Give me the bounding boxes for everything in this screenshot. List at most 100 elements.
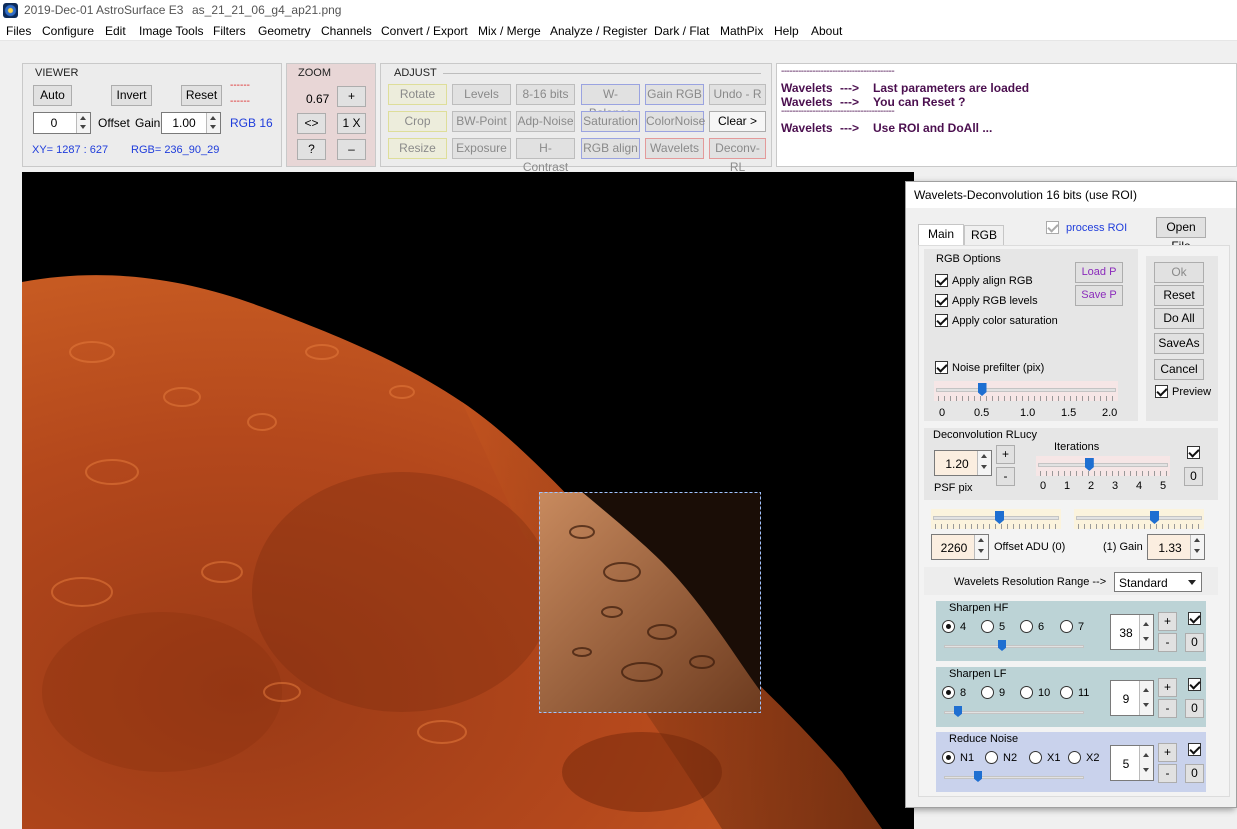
- spinner-arrows-icon[interactable]: [76, 113, 90, 133]
- bits-button[interactable]: 8-16 bits: [516, 84, 575, 105]
- offset-slider[interactable]: [931, 509, 1061, 529]
- menu-dark-flat[interactable]: Dark / Flat: [654, 24, 709, 38]
- zoom-in-button[interactable]: +: [337, 86, 366, 107]
- reduce-noise-radio-x2[interactable]: [1068, 751, 1081, 764]
- gain-setting-spinner[interactable]: 1.33: [1147, 534, 1205, 560]
- spinner-arrows-icon[interactable]: [1190, 535, 1204, 559]
- invert-button[interactable]: Invert: [111, 85, 152, 106]
- apply-rgb-levels-checkbox[interactable]: [935, 294, 948, 307]
- sharpen-hf-radio-6[interactable]: [1020, 620, 1033, 633]
- menu-configure[interactable]: Configure: [42, 24, 94, 38]
- menu-filters[interactable]: Filters: [213, 24, 246, 38]
- slider-thumb[interactable]: [977, 383, 987, 396]
- save-as-button[interactable]: SaveAs: [1154, 333, 1204, 354]
- menu-help[interactable]: Help: [774, 24, 799, 38]
- reduce-noise-zero-button[interactable]: 0: [1185, 764, 1204, 783]
- gain-rgb-button[interactable]: Gain RGB: [645, 84, 704, 105]
- deconvolution-enable-checkbox[interactable]: [1187, 446, 1200, 459]
- sharpen-hf-radio-7[interactable]: [1060, 620, 1073, 633]
- sharpen-lf-slider[interactable]: [942, 706, 1086, 720]
- rotate-button[interactable]: Rotate: [388, 84, 447, 105]
- sharpen-hf-enable-checkbox[interactable]: [1188, 612, 1201, 625]
- reduce-noise-minus-button[interactable]: -: [1158, 764, 1177, 783]
- menu-convert-export[interactable]: Convert / Export: [381, 24, 468, 38]
- zoom-out-button[interactable]: –: [337, 139, 366, 160]
- reset-params-button[interactable]: Reset: [1154, 285, 1204, 306]
- reset-button[interactable]: Reset: [181, 85, 222, 106]
- offset-adu-spinner[interactable]: 2260: [931, 534, 989, 560]
- adp-noise-button[interactable]: Adp-Noise: [516, 111, 575, 132]
- spinner-arrows-icon[interactable]: [977, 451, 991, 475]
- zoom-1x-button[interactable]: 1 X: [337, 113, 366, 134]
- menu-mix-merge[interactable]: Mix / Merge: [478, 24, 541, 38]
- sharpen-hf-radio-5[interactable]: [981, 620, 994, 633]
- spinner-arrows-icon[interactable]: [1139, 681, 1153, 715]
- open-file-button[interactable]: Open File: [1156, 217, 1206, 253]
- spinner-arrows-icon[interactable]: [206, 113, 220, 133]
- gain-spinner[interactable]: 1.00: [161, 112, 221, 134]
- reduce-noise-enable-checkbox[interactable]: [1188, 743, 1201, 756]
- menu-analyze-register[interactable]: Analyze / Register: [550, 24, 647, 38]
- cancel-button[interactable]: Cancel: [1154, 359, 1204, 380]
- levels-button[interactable]: Levels: [452, 84, 511, 105]
- menu-edit[interactable]: Edit: [105, 24, 126, 38]
- reduce-noise-radio-x1[interactable]: [1029, 751, 1042, 764]
- tab-main[interactable]: Main: [918, 224, 964, 245]
- sharpen-lf-radio-9[interactable]: [981, 686, 994, 699]
- menu-files[interactable]: Files: [6, 24, 31, 38]
- do-all-button[interactable]: Do All: [1154, 308, 1204, 329]
- color-noise-button[interactable]: ColorNoise: [645, 111, 705, 132]
- auto-button[interactable]: Auto: [33, 85, 72, 106]
- sharpen-hf-radio-4[interactable]: [942, 620, 955, 633]
- sharpen-hf-slider[interactable]: [942, 640, 1086, 654]
- undo-button[interactable]: Undo - R: [709, 84, 766, 105]
- spinner-arrows-icon[interactable]: [974, 535, 988, 559]
- load-params-button[interactable]: Load P: [1075, 262, 1123, 283]
- reduce-noise-slider[interactable]: [942, 771, 1086, 785]
- sharpen-lf-radio-10[interactable]: [1020, 686, 1033, 699]
- save-params-button[interactable]: Save P: [1075, 285, 1123, 306]
- sharpen-hf-zero-button[interactable]: 0: [1185, 633, 1204, 652]
- iterations-slider[interactable]: [1036, 456, 1170, 476]
- apply-align-rgb-checkbox[interactable]: [935, 274, 948, 287]
- noise-prefilter-slider[interactable]: [934, 381, 1118, 401]
- sharpen-hf-minus-button[interactable]: -: [1158, 633, 1177, 652]
- preview-checkbox[interactable]: [1155, 385, 1168, 398]
- ok-button[interactable]: Ok: [1154, 262, 1204, 283]
- image-canvas[interactable]: [22, 172, 914, 829]
- spinner-arrows-icon[interactable]: [1139, 746, 1153, 780]
- menu-channels[interactable]: Channels: [321, 24, 372, 38]
- wavelets-button[interactable]: Wavelets: [645, 138, 704, 159]
- slider-thumb[interactable]: [1150, 511, 1159, 524]
- sharpen-lf-radio-11[interactable]: [1060, 686, 1073, 699]
- w-balance-button[interactable]: W-Balance: [581, 84, 640, 120]
- help-button[interactable]: ?: [297, 139, 326, 160]
- clear-button[interactable]: Clear >: [709, 111, 766, 132]
- reduce-noise-plus-button[interactable]: +: [1158, 743, 1177, 762]
- menu-about[interactable]: About: [811, 24, 842, 38]
- slider-thumb[interactable]: [995, 511, 1004, 524]
- zoom-fit-button[interactable]: <>: [297, 113, 326, 134]
- crop-button[interactable]: Crop: [388, 111, 447, 132]
- sharpen-hf-spinner[interactable]: 38: [1110, 614, 1154, 650]
- noise-prefilter-checkbox[interactable]: [935, 361, 948, 374]
- bw-point-button[interactable]: BW-Point: [452, 111, 511, 132]
- gain-slider[interactable]: [1074, 509, 1204, 529]
- psf-minus-button[interactable]: -: [996, 467, 1015, 486]
- slider-thumb[interactable]: [998, 640, 1006, 651]
- reduce-noise-spinner[interactable]: 5: [1110, 745, 1154, 781]
- rgb-align-button[interactable]: RGB align: [581, 138, 640, 159]
- slider-thumb[interactable]: [954, 706, 962, 717]
- sharpen-lf-enable-checkbox[interactable]: [1188, 678, 1201, 691]
- menu-image-tools[interactable]: Image Tools: [139, 24, 203, 38]
- resolution-range-select[interactable]: Standard: [1114, 572, 1202, 592]
- resize-button[interactable]: Resize: [388, 138, 447, 159]
- sharpen-lf-plus-button[interactable]: +: [1158, 678, 1177, 697]
- spinner-arrows-icon[interactable]: [1139, 615, 1153, 649]
- psf-spinner[interactable]: 1.20: [934, 450, 992, 476]
- reduce-noise-radio-n2[interactable]: [985, 751, 998, 764]
- deconv-rl-button[interactable]: Deconv-RL: [709, 138, 766, 174]
- sharpen-lf-zero-button[interactable]: 0: [1185, 699, 1204, 718]
- reduce-noise-radio-n1[interactable]: [942, 751, 955, 764]
- sharpen-lf-radio-8[interactable]: [942, 686, 955, 699]
